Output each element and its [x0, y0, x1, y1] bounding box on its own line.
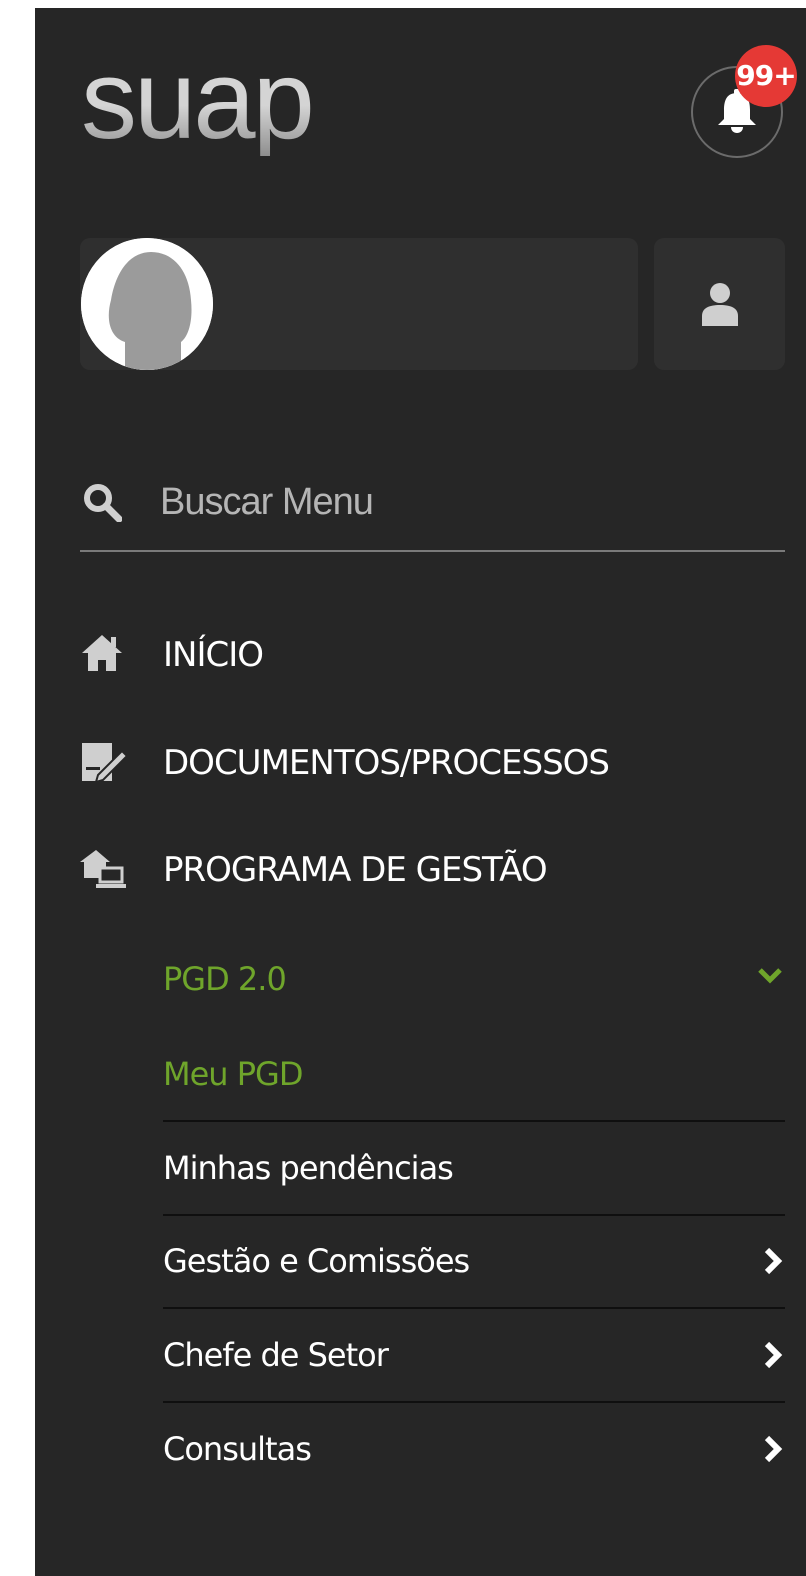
chevron-right-icon [764, 1435, 783, 1463]
user-icon [702, 283, 738, 326]
menu-item-documentos-processos[interactable]: DOCUMENTOS/PROCESSOS [80, 733, 785, 793]
app-logo[interactable]: suap [81, 44, 315, 156]
menu-item-label: INÍCIO [163, 635, 264, 675]
menu-item-inicio[interactable]: INÍCIO [80, 625, 785, 685]
sidebar: suap 99+ INÍCIO [35, 8, 806, 1576]
menu-item-label: DOCUMENTOS/PROCESSOS [163, 743, 610, 783]
submenu-group-pgd[interactable]: PGD 2.0 [163, 933, 785, 1025]
chevron-right-icon [764, 1247, 783, 1275]
submenu-item-minhas-pendencias[interactable]: Minhas pendências [163, 1122, 785, 1216]
chevron-down-icon [758, 968, 782, 984]
submenu-item-chefe-de-setor[interactable]: Chefe de Setor [163, 1309, 785, 1403]
submenu-item-label: Meu PGD [163, 1055, 303, 1093]
avatar[interactable] [81, 238, 213, 370]
submenu-item-label: Chefe de Setor [163, 1336, 389, 1374]
chevron-right-icon [764, 1341, 783, 1369]
home-icon [82, 635, 122, 671]
menu-item-label: PROGRAMA DE GESTÃO [163, 850, 548, 890]
profile-button[interactable] [654, 238, 785, 370]
submenu-item-label: Consultas [163, 1430, 312, 1468]
search-input[interactable] [160, 476, 760, 528]
notification-count-badge[interactable]: 99+ [735, 45, 797, 107]
search-menu [80, 470, 785, 552]
submenu-item-gestao-e-comissoes[interactable]: Gestão e Comissões [163, 1215, 785, 1309]
submenu-item-consultas[interactable]: Consultas [163, 1403, 785, 1495]
user-silhouette-icon [81, 238, 213, 370]
submenu-item-label: Minhas pendências [163, 1149, 454, 1187]
menu-item-programa-de-gestao[interactable]: PROGRAMA DE GESTÃO [80, 840, 785, 900]
submenu-item-meu-pgd[interactable]: Meu PGD [163, 1028, 785, 1122]
submenu-group-label: PGD 2.0 [163, 960, 287, 998]
submenu-item-label: Gestão e Comissões [163, 1242, 470, 1280]
document-edit-icon [82, 743, 128, 783]
search-icon [84, 484, 122, 522]
home-office-icon [80, 850, 126, 888]
